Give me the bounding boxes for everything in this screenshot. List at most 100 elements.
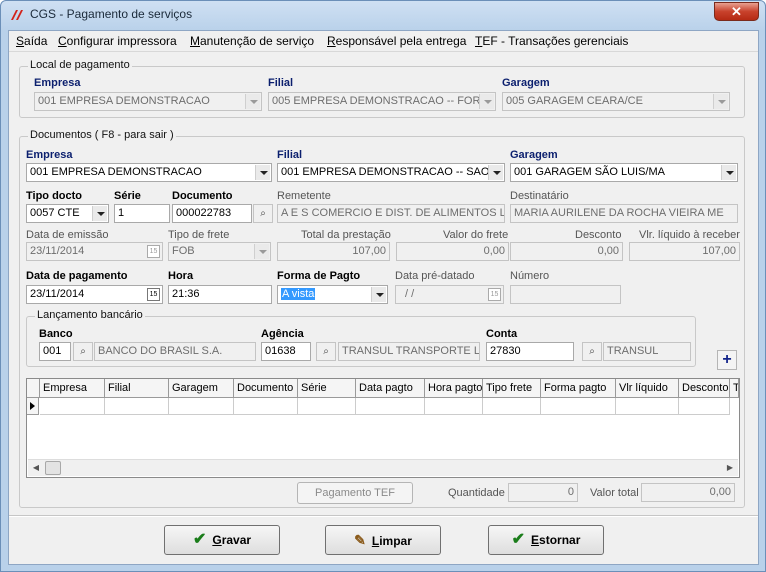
client-area: Saída Configurar impressora Manutenção d… [8,30,759,565]
documento-label: Documento [172,190,233,202]
hora-input[interactable]: 21:36 [168,285,272,304]
binoculars-icon[interactable]: ⌕ [73,342,93,361]
doc-garagem-label: Garagem [510,149,558,161]
data-pagamento-input[interactable]: 23/11/2014 15 [26,285,163,304]
scroll-left-icon[interactable]: ◀ [28,460,44,476]
tipo-docto-select[interactable]: 0057 CTE [26,204,109,223]
menu-manutencao-servico[interactable]: Manutenção de serviço [190,34,314,48]
grid-header-vlr-liquido[interactable]: Vlr líquido [616,379,679,398]
grid-header-tipo-frete[interactable]: Tipo frete [483,379,541,398]
grid-cell[interactable] [40,398,105,415]
valor-total-field: 0,00 [641,483,735,502]
title-bar: CGS - Pagamento de serviços ✕ [1,1,765,29]
window-title: CGS - Pagamento de serviços [30,7,193,21]
banco-name-field: BANCO DO BRASIL S.A. [94,342,256,361]
grid-corner [27,379,40,398]
conta-code-input[interactable]: 27830 [486,342,574,361]
grid-cell[interactable] [483,398,541,415]
grid-header-data-pagto[interactable]: Data pagto [356,379,425,398]
total-prestacao-label: Total da prestação [301,229,391,241]
menu-saida[interactable]: Saída [16,34,47,48]
desconto-field: 0,00 [510,242,623,261]
serie-input[interactable]: 1 [114,204,170,223]
numero-label: Número [510,270,550,282]
remetente-label: Remetente [277,190,331,202]
row-indicator[interactable] [27,398,39,415]
local-garagem-label: Garagem [502,77,550,89]
serie-label: Série [114,190,141,202]
chevron-down-icon [721,165,736,180]
grid-cell[interactable] [679,398,730,415]
predatado-field: / /15 [395,285,504,304]
tipo-frete-select: FOB [168,242,271,261]
scroll-thumb[interactable] [45,461,61,475]
quantidade-label: Quantidade [448,487,505,499]
menu-configurar-impressora[interactable]: Configurar impressora [58,34,177,48]
emissao-label: Data de emissão [26,229,109,241]
grid-header-t[interactable]: T [730,379,739,398]
chevron-down-icon [488,165,503,180]
grid-cell[interactable] [169,398,234,415]
add-payment-button[interactable]: + [717,350,737,370]
grid-header-forma-pagto[interactable]: Forma pagto [541,379,616,398]
data-pagamento-label: Data de pagamento [26,270,128,282]
menu-bar: Saída Configurar impressora Manutenção d… [9,31,758,52]
grid-header-garagem[interactable]: Garagem [169,379,234,398]
banco-code-input[interactable]: 001 [39,342,71,361]
local-filial-select[interactable]: 005 EMPRESA DEMONSTRACAO -- FORT [268,92,496,111]
doc-filial-select[interactable]: 001 EMPRESA DEMONSTRACAO -- SAO L [277,163,505,182]
hora-label: Hora [168,270,194,282]
gravar-button[interactable]: ✔ Gravar [164,525,280,555]
check-icon: ✔ [511,531,526,548]
agencia-code-input[interactable]: 01638 [261,342,311,361]
doc-garagem-select[interactable]: 001 GARAGEM SÃO LUIS/MA [510,163,738,182]
menu-tef[interactable]: TEF - Transações gerenciais [475,34,628,48]
close-button[interactable]: ✕ [714,2,759,21]
grid-cell[interactable] [541,398,616,415]
grid-header-filial[interactable]: Filial [105,379,169,398]
valor-frete-label: Valor do frete [443,229,509,241]
chevron-down-icon [92,206,107,221]
tipo-frete-label: Tipo de frete [168,229,230,241]
grid-cell[interactable] [234,398,298,415]
limpar-button[interactable]: ✎ Limpar [325,525,441,555]
grid-cell[interactable] [616,398,679,415]
chevron-down-icon [255,165,270,180]
agencia-name-field: TRANSUL TRANSPORTE L [338,342,480,361]
payments-grid[interactable]: Empresa Filial Garagem Documento Série D… [26,378,740,478]
doc-empresa-select[interactable]: 001 EMPRESA DEMONSTRACAO [26,163,272,182]
documento-input[interactable]: 000022783 [172,204,252,223]
horizontal-scrollbar[interactable]: ◀ ▶ [28,459,738,476]
local-empresa-select[interactable]: 001 EMPRESA DEMONSTRACAO [34,92,262,111]
grid-header-hora-pagto[interactable]: Hora pagto [425,379,483,398]
emissao-field: 23/11/2014 15 [26,242,163,261]
grid-cell[interactable] [425,398,483,415]
calendar-icon[interactable]: 15 [147,288,160,301]
agencia-label: Agência [261,328,304,340]
grid-cell[interactable] [356,398,425,415]
valor-total-label: Valor total [590,487,639,499]
binoculars-icon[interactable]: ⌕ [582,342,602,361]
grid-cell[interactable] [298,398,356,415]
local-garagem-select[interactable]: 005 GARAGEM CEARA/CE [502,92,730,111]
estornar-button[interactable]: ✔ Estornar [488,525,604,555]
check-icon: ✔ [192,531,207,548]
grid-header-empresa[interactable]: Empresa [40,379,105,398]
numero-field [510,285,621,304]
local-filial-label: Filial [268,77,294,89]
forma-pagto-select[interactable]: A vista [277,285,388,304]
grid-cell[interactable] [105,398,169,415]
calendar-icon: 15 [488,288,501,301]
binoculars-icon[interactable]: ⌕ [253,204,273,223]
desconto-label: Desconto [575,229,622,241]
chevron-down-icon [479,94,494,109]
grid-header-documento[interactable]: Documento [234,379,298,398]
grid-header-desconto[interactable]: Desconto [679,379,730,398]
scroll-right-icon[interactable]: ▶ [722,460,738,476]
liquido-field: 107,00 [629,242,740,261]
grid-header-serie[interactable]: Série [298,379,356,398]
menu-responsavel-entrega[interactable]: Responsável pela entrega [327,34,466,48]
pagamento-tef-button[interactable]: Pagamento TEF [297,482,413,504]
binoculars-icon[interactable]: ⌕ [316,342,336,361]
app-logo-icon [11,10,23,20]
